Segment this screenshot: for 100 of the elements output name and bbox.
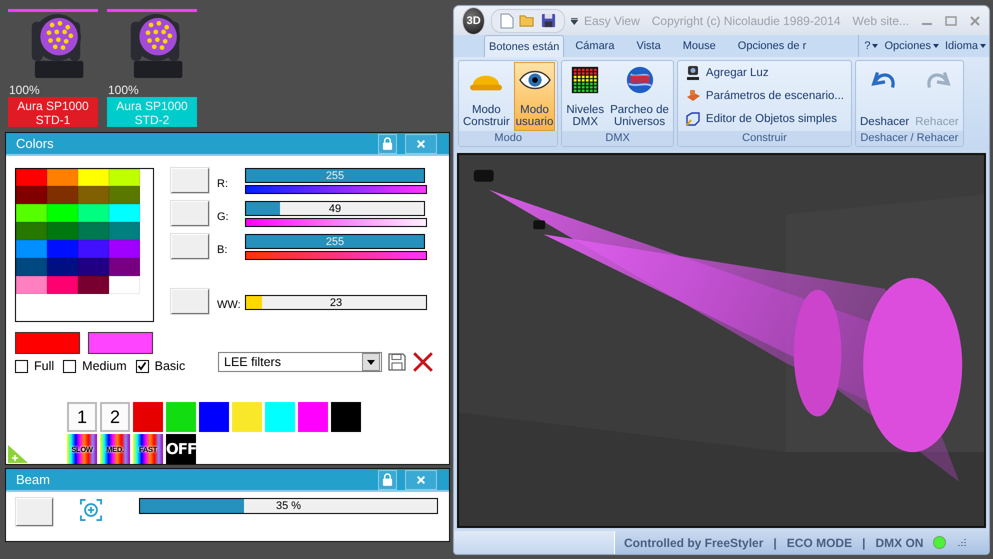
ribbon-tab[interactable]: Vista <box>625 35 672 58</box>
color-preset-button[interactable] <box>265 402 295 432</box>
ribbon-tab[interactable]: Opciones de r <box>726 35 810 58</box>
group-label: Deshacer / Rehacer <box>856 130 963 146</box>
palette-color[interactable] <box>78 169 109 186</box>
palette-color[interactable] <box>109 186 140 204</box>
palette-color[interactable] <box>78 240 109 258</box>
menu-button[interactable]: Idioma <box>942 35 989 58</box>
preset-button[interactable]: 2 <box>100 402 130 432</box>
channel-label: G: <box>216 210 230 223</box>
palette-color[interactable] <box>78 204 109 222</box>
group-label: Modo <box>459 130 558 146</box>
resize-grip-icon[interactable] <box>956 538 966 548</box>
palette-color[interactable] <box>109 240 140 258</box>
menu-button[interactable]: Opciones <box>881 35 942 58</box>
palette-color[interactable] <box>16 276 47 294</box>
color-swatch[interactable] <box>15 332 80 354</box>
beam-slider[interactable]: 35 % <box>139 498 438 514</box>
filter-dropdown[interactable]: LEE filters <box>218 352 382 372</box>
color-preset-button[interactable] <box>298 402 328 432</box>
color-preset-button[interactable] <box>331 402 361 432</box>
ribbon-button[interactable]: Modo Construir <box>461 62 512 131</box>
status-text: DMX ON <box>875 536 924 550</box>
panel-title: Colors <box>16 136 55 151</box>
palette-color[interactable] <box>47 276 78 294</box>
palette-color[interactable] <box>109 222 140 240</box>
off-button[interactable]: OFF <box>166 434 196 464</box>
ribbon-button[interactable]: Deshacer <box>858 62 912 131</box>
palette-color[interactable] <box>78 222 109 240</box>
caret-icon <box>980 44 986 48</box>
palette-color[interactable] <box>109 258 140 276</box>
customize-arrow-icon[interactable] <box>571 16 578 25</box>
palette-color[interactable] <box>109 204 140 222</box>
spotlight-icon <box>684 65 701 82</box>
menu-button[interactable]: ? <box>861 35 882 58</box>
channel-button[interactable] <box>171 289 209 314</box>
palette-color[interactable] <box>109 276 140 294</box>
channel-button[interactable] <box>171 168 209 193</box>
palette-color[interactable] <box>16 222 47 240</box>
palette-color[interactable] <box>109 169 140 186</box>
maximize-icon[interactable] <box>945 14 957 27</box>
beam-button[interactable] <box>16 498 53 526</box>
palette-color[interactable] <box>16 258 47 276</box>
ribbon-button[interactable]: Modo usuario <box>514 62 556 131</box>
color-preset-button[interactable] <box>133 402 163 432</box>
save-icon[interactable] <box>541 12 556 28</box>
color-preset-button[interactable] <box>166 402 196 432</box>
channel-slider[interactable]: 49 <box>245 201 425 216</box>
ribbon-button[interactable]: Agregar Luz <box>680 63 849 84</box>
delete-icon[interactable] <box>412 351 434 373</box>
ribbon-tab[interactable]: Mouse <box>672 35 727 58</box>
ribbon-tab[interactable]: Botones están <box>484 35 564 58</box>
ribbon-button[interactable]: Parámetros de escenario... <box>680 86 849 106</box>
ribbon-button[interactable]: Parcheo de Universos <box>608 62 671 131</box>
checkbox[interactable] <box>15 360 28 372</box>
palette-color[interactable] <box>47 222 78 240</box>
lock-button[interactable] <box>378 134 397 154</box>
lock-button[interactable] <box>378 470 397 490</box>
ribbon-button[interactable]: Editor de Objetos simples <box>680 109 849 130</box>
palette-color[interactable] <box>16 204 47 222</box>
save-icon[interactable] <box>388 353 406 371</box>
channel-label: B: <box>216 243 228 256</box>
checkbox[interactable] <box>63 360 76 372</box>
palette-color[interactable] <box>47 169 78 186</box>
close-button[interactable] <box>405 134 437 154</box>
palette-color[interactable] <box>47 186 78 204</box>
color-swatch[interactable] <box>88 332 153 354</box>
color-preset-button[interactable] <box>232 402 262 432</box>
fixture-label[interactable]: Aura SP1000 STD-1 <box>8 97 98 127</box>
caret-icon <box>367 360 375 364</box>
folder-icon[interactable] <box>519 12 536 28</box>
zoom-in-icon[interactable] <box>80 499 102 521</box>
palette-color[interactable] <box>47 258 78 276</box>
channel-slider[interactable]: 23 <box>245 295 427 310</box>
status-text: | <box>773 536 777 550</box>
channel-label: WW: <box>216 298 242 311</box>
channel-button[interactable] <box>171 234 209 259</box>
palette-color[interactable] <box>78 258 109 276</box>
intensity-label: 100% <box>108 83 139 97</box>
checkbox-label: Medium <box>82 359 127 373</box>
app-logo[interactable]: 3D <box>462 6 486 35</box>
palette-color[interactable] <box>47 240 78 258</box>
close-icon[interactable] <box>969 14 981 27</box>
ribbon-button[interactable]: Niveles DMX <box>564 62 606 131</box>
close-icon <box>415 138 427 148</box>
palette-color[interactable] <box>16 186 47 204</box>
palette-color[interactable] <box>78 186 109 204</box>
preset-button[interactable]: 1 <box>67 402 97 432</box>
palette-color[interactable] <box>16 169 47 186</box>
palette-color[interactable] <box>16 240 47 258</box>
close-button[interactable] <box>405 470 437 490</box>
palette-color[interactable] <box>47 204 78 222</box>
palette-color[interactable] <box>78 276 109 294</box>
resize-icon[interactable] <box>8 445 28 463</box>
channel-button[interactable] <box>171 201 209 226</box>
checkbox[interactable] <box>136 360 149 372</box>
color-preset-button[interactable] <box>199 402 229 432</box>
ribbon-tab[interactable]: Cámara <box>564 35 626 58</box>
new-file-icon[interactable] <box>500 12 514 29</box>
close-icon <box>415 474 427 484</box>
